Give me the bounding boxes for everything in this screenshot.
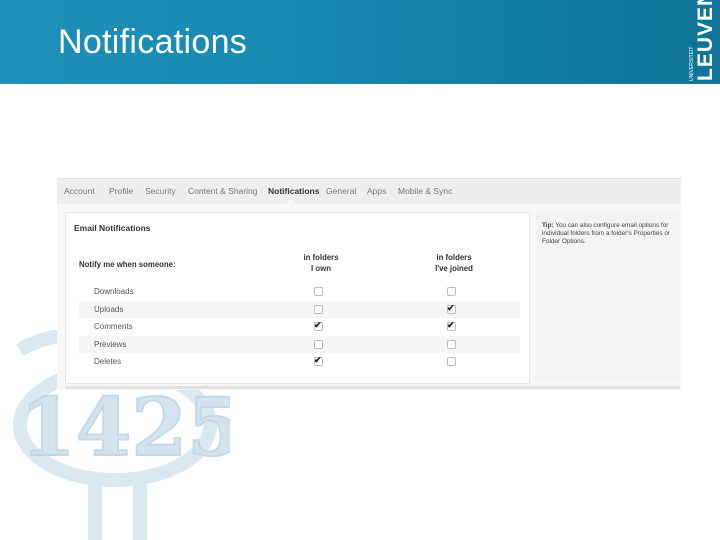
tab-apps[interactable]: Apps [367, 186, 386, 196]
tip-text: Tip: You can also configure email option… [542, 222, 677, 247]
row-label: Deletes [94, 357, 122, 366]
tip-prefix: Tip: [542, 222, 554, 229]
panel-bottom-divider [65, 386, 680, 389]
checkbox-own[interactable] [314, 340, 323, 349]
checkbox-own[interactable]: ✔ [314, 320, 323, 331]
column-header-joined-line1: in folders [436, 253, 472, 262]
email-notifications-card: Email Notifications Notify me when someo… [65, 212, 530, 384]
tip-body: You can also configure email options for… [542, 222, 671, 246]
active-tab-pointer [286, 199, 296, 204]
tip-panel: Tip: You can also configure email option… [535, 212, 680, 382]
checkbox-joined[interactable] [447, 357, 456, 366]
logo-text: LEUVEN [694, 0, 717, 81]
checkbox-own[interactable] [314, 287, 323, 296]
row-label: Previews [94, 340, 127, 349]
table-row: Uploads ✔ [79, 301, 520, 318]
checkmark-icon: ✔ [314, 320, 322, 330]
row-label: Downloads [94, 287, 134, 296]
tab-mobile-sync[interactable]: Mobile & Sync [398, 186, 452, 196]
notify-label: Notify me when someone: [79, 260, 176, 269]
row-label: Comments [94, 322, 133, 331]
checkbox-own[interactable] [314, 305, 323, 314]
tab-general[interactable]: General [326, 186, 356, 196]
university-logo: UNIVERSITEIT LEUVEN [689, 0, 717, 84]
seal-watermark-text: 1425 [20, 380, 230, 474]
table-row: Downloads [79, 283, 520, 300]
table-row: Previews [79, 336, 520, 353]
settings-tab-bar: Account Profile Security Content & Shari… [57, 178, 681, 205]
page-title: Notifications [58, 23, 248, 61]
column-header-own: in folders I own [281, 252, 361, 274]
checkbox-own[interactable]: ✔ [314, 355, 323, 366]
column-header-joined-line2: I've joined [435, 264, 473, 273]
tab-account[interactable]: Account [64, 186, 95, 196]
checkmark-icon: ✔ [314, 355, 322, 365]
tab-profile[interactable]: Profile [109, 186, 133, 196]
row-label: Uploads [94, 305, 124, 314]
checkbox-joined[interactable]: ✔ [447, 320, 456, 331]
tab-content-sharing[interactable]: Content & Sharing [188, 186, 257, 196]
checkbox-joined[interactable] [447, 287, 456, 296]
tab-notifications[interactable]: Notifications [268, 186, 319, 196]
header-banner: Notifications UNIVERSITEIT LEUVEN [0, 0, 720, 84]
tab-security[interactable]: Security [145, 186, 176, 196]
checkmark-icon: ✔ [447, 320, 455, 330]
table-row: Deletes ✔ [79, 353, 520, 370]
column-header-own-line1: in folders [303, 253, 339, 262]
column-header-own-line2: I own [311, 264, 331, 273]
column-header-joined: in folders I've joined [414, 252, 494, 274]
table-row: Comments ✔ ✔ [79, 318, 520, 335]
section-title: Email Notifications [74, 223, 151, 233]
checkbox-joined[interactable] [447, 340, 456, 349]
checkmark-icon: ✔ [447, 303, 455, 313]
checkbox-joined[interactable]: ✔ [447, 303, 456, 314]
